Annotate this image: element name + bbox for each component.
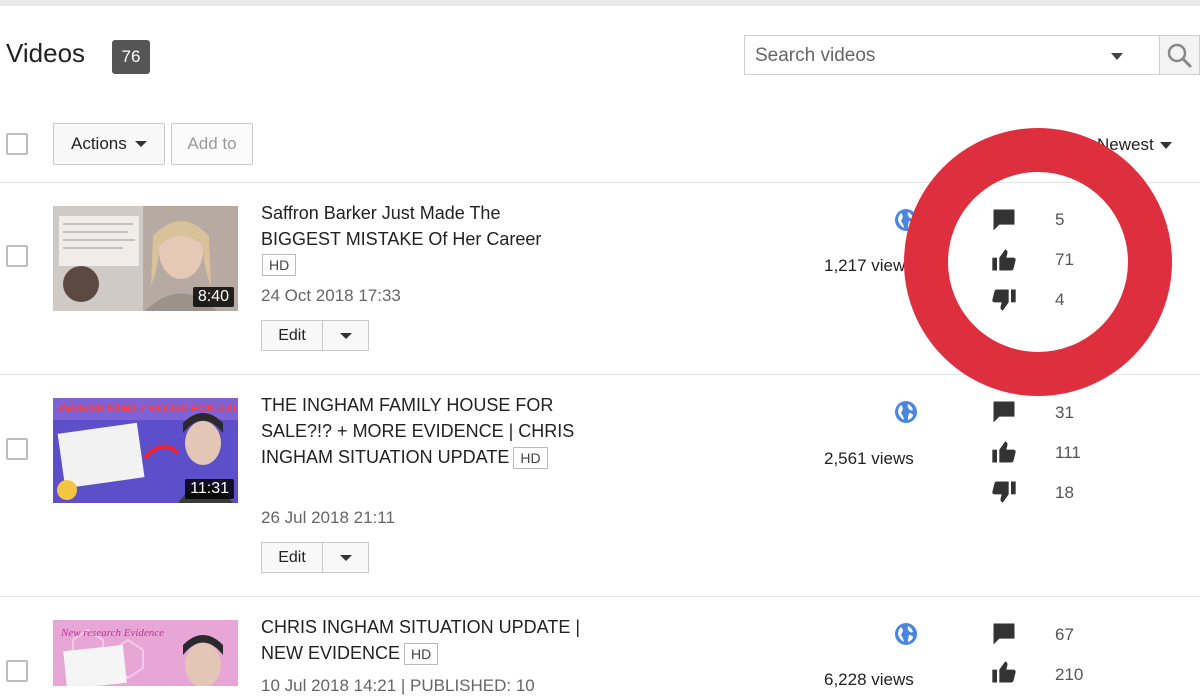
search-box [744, 35, 1160, 76]
actions-button[interactable]: Actions [53, 123, 165, 165]
comment-count: 31 [1055, 403, 1074, 422]
page-title: Videos [6, 38, 86, 68]
hd-badge: HD [513, 447, 548, 470]
like-count: 111 [1055, 443, 1081, 462]
thumbnail-caption: INGHAM FAMILY HOUSE FOR SALE [59, 403, 238, 415]
video-title-link[interactable]: THE INGHAM FAMILY HOUSE FOR SALE?!? + MO… [261, 392, 581, 470]
like-count: 210 [1055, 665, 1084, 684]
video-thumbnail-image: New research Evidence [53, 620, 238, 686]
video-thumbnail[interactable]: 8:40 [53, 206, 238, 311]
edit-button[interactable]: Edit [261, 320, 323, 351]
row-divider [0, 596, 1200, 597]
video-views: 6,228 views [824, 670, 914, 689]
video-duration: 8:40 [192, 287, 234, 307]
video-date: 26 Jul 2018 21:11 [261, 508, 395, 527]
top-border [0, 0, 1200, 6]
video-row-checkbox[interactable] [6, 660, 28, 682]
video-row-checkbox[interactable] [6, 245, 28, 267]
comment-count: 67 [1055, 625, 1074, 644]
globe-icon [895, 401, 917, 423]
select-all-checkbox[interactable] [6, 133, 28, 155]
search-icon [1167, 43, 1192, 68]
video-row-checkbox[interactable] [6, 438, 28, 460]
video-duration: 11:31 [185, 479, 234, 499]
video-date: 24 Oct 2018 17:33 [261, 286, 401, 305]
hd-badge: HD [262, 254, 297, 276]
video-thumbnail[interactable]: INGHAM FAMILY HOUSE FOR SALE 11:31 [53, 398, 238, 503]
edit-button[interactable]: Edit [261, 542, 323, 573]
search-input[interactable] [753, 36, 1097, 76]
edit-dropdown-button[interactable] [322, 542, 369, 573]
globe-icon [895, 623, 917, 645]
add-to-button-label: Add to [187, 134, 237, 153]
video-count-badge: 76 [112, 40, 150, 74]
search-button[interactable] [1160, 35, 1200, 75]
chevron-down-icon [340, 555, 352, 561]
thumbs-up-icon [992, 441, 1016, 463]
video-title-link[interactable]: Saffron Barker Just Made The BIGGEST MIS… [261, 200, 581, 252]
thumbs-down-icon [992, 481, 1016, 503]
thumbnail-caption: New research Evidence [60, 627, 164, 639]
chevron-down-icon [340, 333, 352, 339]
video-views: 1,217 views [824, 256, 914, 275]
search-dropdown-chevron-icon[interactable] [1111, 53, 1123, 60]
edit-button-label: Edit [278, 548, 306, 566]
video-thumbnail[interactable]: New research Evidence [53, 620, 238, 686]
comment-icon [993, 623, 1015, 645]
video-views: 2,561 views [824, 449, 914, 468]
edit-button-label: Edit [278, 326, 306, 344]
video-date: 10 Jul 2018 14:21 | PUBLISHED: 10 [261, 676, 535, 695]
edit-dropdown-button[interactable] [322, 320, 369, 351]
sort-chevron-down-icon[interactable] [1160, 142, 1172, 149]
edit-button-group: Edit [261, 320, 369, 351]
video-title-text: Saffron Barker Just Made The BIGGEST MIS… [261, 203, 542, 249]
edit-button-group: Edit [261, 542, 369, 573]
dislike-count: 18 [1055, 483, 1074, 502]
comment-icon [993, 401, 1015, 423]
actions-chevron-down-icon [134, 141, 147, 147]
video-title-link[interactable]: CHRIS INGHAM SITUATION UPDATE | NEW EVID… [261, 614, 581, 666]
hd-badge: HD [404, 643, 439, 666]
add-to-button[interactable]: Add to [171, 123, 253, 165]
thumbs-up-icon [992, 661, 1016, 683]
highlight-circle-annotation [904, 128, 1172, 396]
actions-button-label: Actions [71, 134, 127, 153]
